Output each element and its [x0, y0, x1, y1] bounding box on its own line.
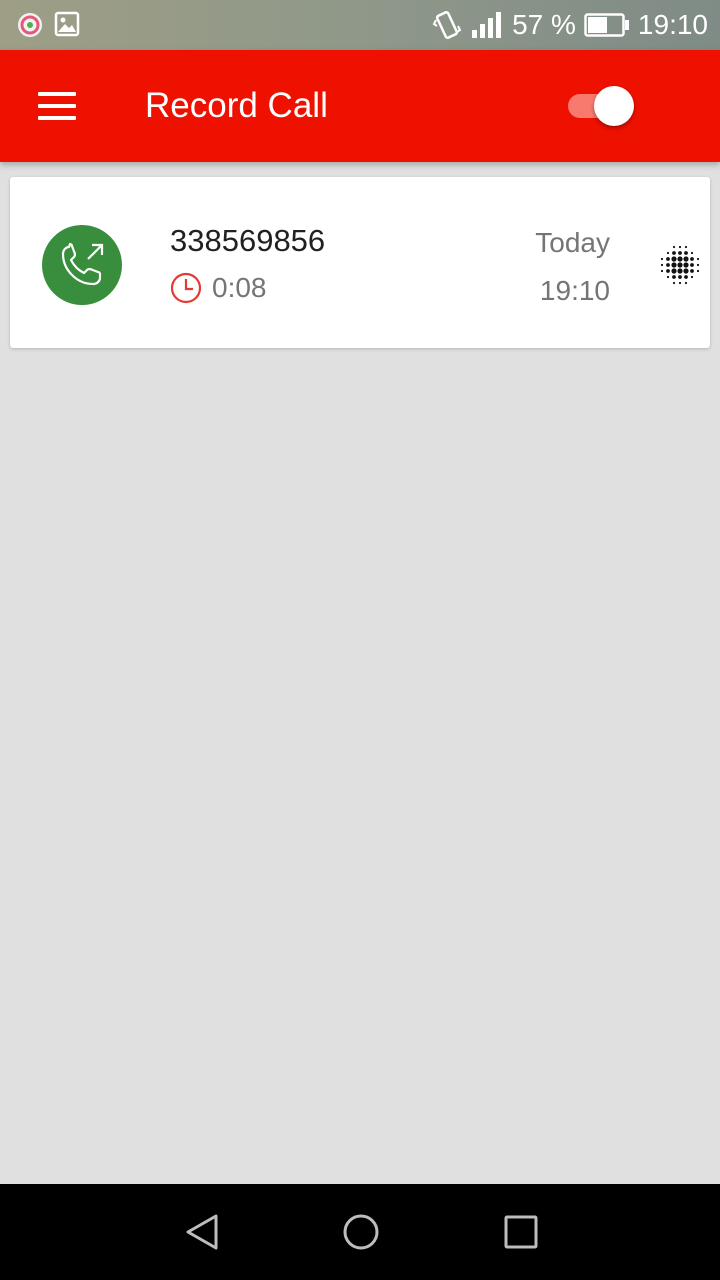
app-bar: Record Call: [0, 50, 720, 162]
signal-icon: [472, 12, 502, 38]
call-duration-row: 0:08: [170, 272, 267, 304]
more-options-icon[interactable]: [658, 243, 702, 287]
status-bar: 57 % 19:10: [0, 0, 720, 50]
call-time: 19:10: [539, 275, 610, 306]
back-icon[interactable]: [182, 1212, 222, 1252]
call-duration: 0:08: [212, 272, 267, 303]
image-notification-icon: [54, 11, 80, 37]
vibrate-icon: [432, 10, 462, 40]
page-title: Record Call: [145, 86, 328, 125]
recents-icon[interactable]: [501, 1212, 541, 1252]
call-list-item[interactable]: 338569856 0:08 Today 19:10: [10, 177, 710, 348]
toggle-thumb: [594, 86, 634, 126]
call-number: 338569856: [170, 223, 326, 258]
home-icon[interactable]: [341, 1212, 381, 1252]
clock-icon: [170, 272, 202, 304]
menu-icon[interactable]: [38, 92, 76, 120]
recording-toggle[interactable]: [568, 86, 634, 126]
app-notification-icon: [18, 13, 42, 37]
navigation-bar: [0, 1184, 720, 1280]
outgoing-call-icon: [42, 225, 122, 305]
battery-percent: 57 %: [512, 9, 576, 40]
call-date: Today: [535, 227, 610, 258]
status-time: 19:10: [637, 9, 708, 40]
battery-icon: [584, 13, 629, 37]
